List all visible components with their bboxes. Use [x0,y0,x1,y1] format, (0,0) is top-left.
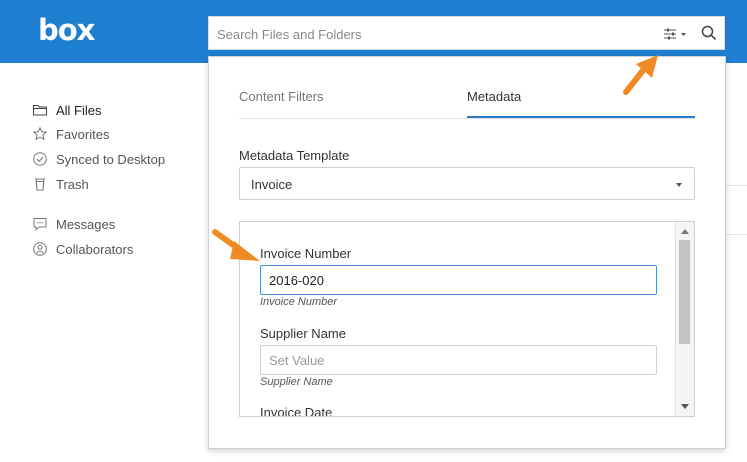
message-icon [32,216,48,232]
metadata-fields-box: Invoice Number Invoice Number Supplier N… [239,221,695,417]
scrollbar-thumb[interactable] [679,240,690,344]
active-tab-indicator [467,116,695,118]
sidebar-item-label: Collaborators [56,241,134,257]
row-divider [726,234,747,235]
sidebar-item-messages[interactable]: Messages [32,214,115,234]
sidebar-item-label: Trash [56,176,89,192]
star-icon [32,126,48,142]
sidebar-item-label: Synced to Desktop [56,151,166,167]
supplier-name-hint: Supplier Name [260,376,333,388]
tabs-divider [239,118,695,119]
invoice-date-label: Invoice Date [260,405,333,417]
sidebar-item-favorites[interactable]: Favorites [32,124,109,144]
invoice-number-field[interactable] [260,265,657,295]
metadata-template-label: Metadata Template [239,148,350,163]
person-circle-icon [32,241,48,257]
sliders-filter-icon[interactable] [663,26,689,42]
sidebar-item-label: Messages [56,216,116,232]
sidebar-item-collaborators[interactable]: Collaborators [32,239,133,259]
supplier-name-field[interactable] [260,345,657,375]
check-circle-icon [32,151,48,167]
left-sidebar: All Files Favorites Synced to Desktop Tr… [8,63,208,462]
invoice-number-label: Invoice Number [260,246,352,261]
metadata-template-value: Invoice [251,177,293,192]
sidebar-item-all-files[interactable]: All Files [32,100,102,120]
magnifier-search-icon[interactable] [701,25,717,41]
chevron-down-icon [676,183,682,187]
tab-content-filters[interactable]: Content Filters [239,89,324,104]
trash-icon [32,176,48,192]
annotation-arrow-icon [623,55,658,95]
metadata-template-select[interactable]: Invoice [239,167,695,200]
sidebar-item-trash[interactable]: Trash [32,174,89,194]
invoice-number-hint: Invoice Number [260,296,338,308]
tab-metadata[interactable]: Metadata [467,89,521,104]
scroll-down-icon[interactable] [681,404,689,409]
search-input[interactable] [215,23,639,45]
folder-icon [32,102,48,118]
scroll-up-icon[interactable] [681,229,689,234]
sidebar-item-label: All Files [56,102,102,118]
sidebar-item-label: Favorites [56,126,110,142]
supplier-name-label: Supplier Name [260,326,346,341]
search-filter-panel: Content Filters Metadata Metadata Templa… [208,56,726,449]
search-bar[interactable] [208,16,725,50]
box-logo[interactable]: box [38,13,95,47]
sidebar-item-synced[interactable]: Synced to Desktop [32,149,165,169]
annotation-arrow-icon [212,229,260,261]
metadata-scrollbar[interactable] [675,222,694,416]
row-divider [726,185,747,186]
